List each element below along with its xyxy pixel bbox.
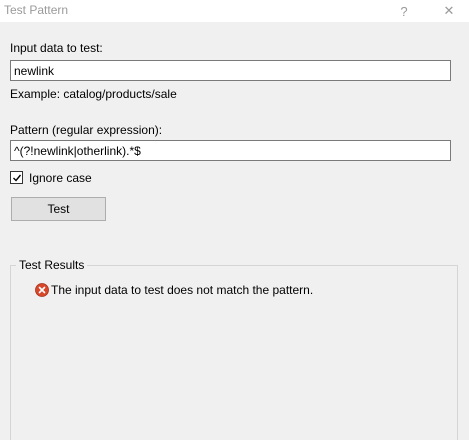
pattern-label: Pattern (regular expression): — [10, 123, 163, 137]
test-button[interactable]: Test — [11, 197, 106, 221]
result-message: The input data to test does not match th… — [51, 283, 314, 297]
dialog-body: Input data to test: Example: catalog/pro… — [0, 22, 469, 440]
checkmark-icon — [13, 174, 22, 182]
ignore-case-checkbox[interactable] — [10, 171, 23, 184]
pattern-field[interactable] — [10, 140, 451, 161]
test-results-title: Test Results — [16, 258, 88, 272]
error-icon — [35, 283, 49, 297]
window-title: Test Pattern — [4, 3, 69, 17]
title-bar: Test Pattern ? ✕ — [0, 0, 469, 22]
ignore-case-label[interactable]: Ignore case — [29, 171, 92, 185]
input-data-label: Input data to test: — [10, 41, 103, 55]
input-data-field[interactable] — [10, 60, 451, 81]
input-example-text: Example: catalog/products/sale — [10, 87, 177, 101]
help-button[interactable]: ? — [389, 0, 419, 22]
close-button[interactable]: ✕ — [434, 0, 464, 22]
